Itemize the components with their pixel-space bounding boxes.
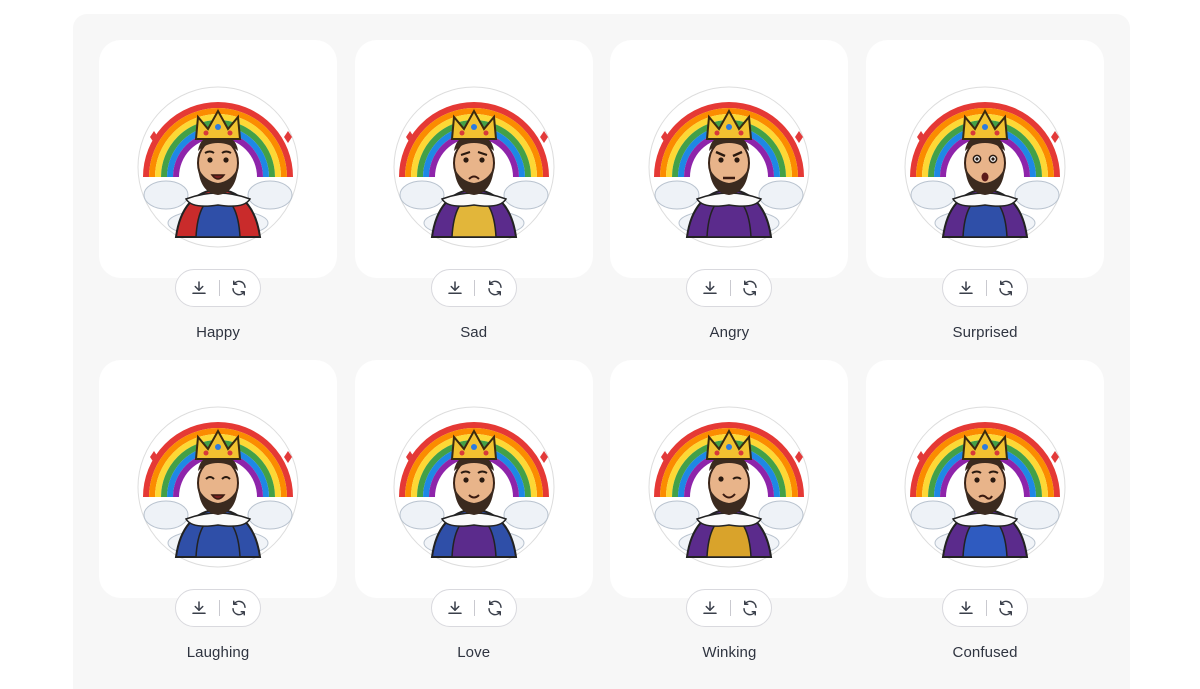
sticker-item: Surprised xyxy=(866,40,1105,360)
king-sticker-image xyxy=(393,86,555,248)
sticker-actions xyxy=(430,589,517,627)
sticker-card[interactable] xyxy=(866,40,1105,278)
action-divider xyxy=(218,280,220,296)
download-button[interactable] xyxy=(188,597,210,619)
sticker-actions xyxy=(175,269,261,307)
download-button[interactable] xyxy=(955,597,977,619)
sticker-item: Winking xyxy=(610,360,849,680)
refresh-icon xyxy=(741,599,759,617)
sticker-card[interactable] xyxy=(354,360,593,598)
king-sticker-image xyxy=(137,406,299,568)
king-sticker-image xyxy=(137,86,299,248)
sticker-actions xyxy=(942,269,1029,307)
refresh-icon xyxy=(230,279,248,297)
refresh-icon xyxy=(997,599,1015,617)
sticker-item: Love xyxy=(354,360,593,680)
regenerate-button[interactable] xyxy=(739,277,761,299)
refresh-icon xyxy=(997,279,1015,297)
sticker-card[interactable] xyxy=(866,360,1105,598)
download-icon xyxy=(957,599,975,617)
download-icon xyxy=(701,279,719,297)
download-button[interactable] xyxy=(699,277,721,299)
sticker-item: Laughing xyxy=(99,360,337,680)
sticker-label: Angry xyxy=(709,324,750,341)
king-sticker-image xyxy=(648,86,810,248)
regenerate-button[interactable] xyxy=(484,277,506,299)
king-sticker-image xyxy=(904,406,1066,568)
sticker-item: Happy xyxy=(99,40,337,360)
download-icon xyxy=(190,279,208,297)
sticker-label: Happy xyxy=(196,324,240,341)
download-icon xyxy=(190,599,208,617)
sticker-actions xyxy=(686,269,773,307)
refresh-icon xyxy=(486,279,504,297)
king-sticker-image xyxy=(393,406,555,568)
sticker-actions xyxy=(686,589,773,627)
sticker-label: Winking xyxy=(702,644,757,661)
sticker-label: Surprised xyxy=(952,324,1018,341)
king-sticker-image xyxy=(648,406,810,568)
sticker-label: Sad xyxy=(460,324,488,341)
sticker-actions xyxy=(175,589,261,627)
action-divider xyxy=(729,600,731,616)
action-divider xyxy=(474,600,476,616)
download-icon xyxy=(701,599,719,617)
sticker-label: Love xyxy=(457,644,491,661)
regenerate-button[interactable] xyxy=(228,597,250,619)
king-sticker-image xyxy=(904,86,1066,248)
refresh-icon xyxy=(230,599,248,617)
sticker-card[interactable] xyxy=(99,360,337,598)
action-divider xyxy=(985,600,987,616)
refresh-icon xyxy=(741,279,759,297)
action-divider xyxy=(474,280,476,296)
regenerate-button[interactable] xyxy=(995,597,1017,619)
download-icon xyxy=(446,279,464,297)
regenerate-button[interactable] xyxy=(739,597,761,619)
action-divider xyxy=(985,280,987,296)
download-button[interactable] xyxy=(955,277,977,299)
sticker-actions xyxy=(430,269,517,307)
regenerate-button[interactable] xyxy=(484,597,506,619)
sticker-card[interactable] xyxy=(610,360,849,598)
sticker-grid: Happy Sad Angry Surprised Laughing Love … xyxy=(99,40,1105,680)
sticker-item: Sad xyxy=(354,40,593,360)
sticker-card[interactable] xyxy=(99,40,337,278)
download-button[interactable] xyxy=(699,597,721,619)
sticker-card[interactable] xyxy=(354,40,593,278)
download-button[interactable] xyxy=(188,277,210,299)
download-button[interactable] xyxy=(444,597,466,619)
action-divider xyxy=(218,600,220,616)
sticker-item: Confused xyxy=(866,360,1105,680)
sticker-actions xyxy=(942,589,1029,627)
download-button[interactable] xyxy=(444,277,466,299)
download-icon xyxy=(446,599,464,617)
regenerate-button[interactable] xyxy=(995,277,1017,299)
regenerate-button[interactable] xyxy=(228,277,250,299)
refresh-icon xyxy=(486,599,504,617)
sticker-label: Confused xyxy=(952,644,1018,661)
sticker-label: Laughing xyxy=(186,644,250,661)
sticker-card[interactable] xyxy=(610,40,849,278)
sticker-item: Angry xyxy=(610,40,849,360)
download-icon xyxy=(957,279,975,297)
action-divider xyxy=(729,280,731,296)
